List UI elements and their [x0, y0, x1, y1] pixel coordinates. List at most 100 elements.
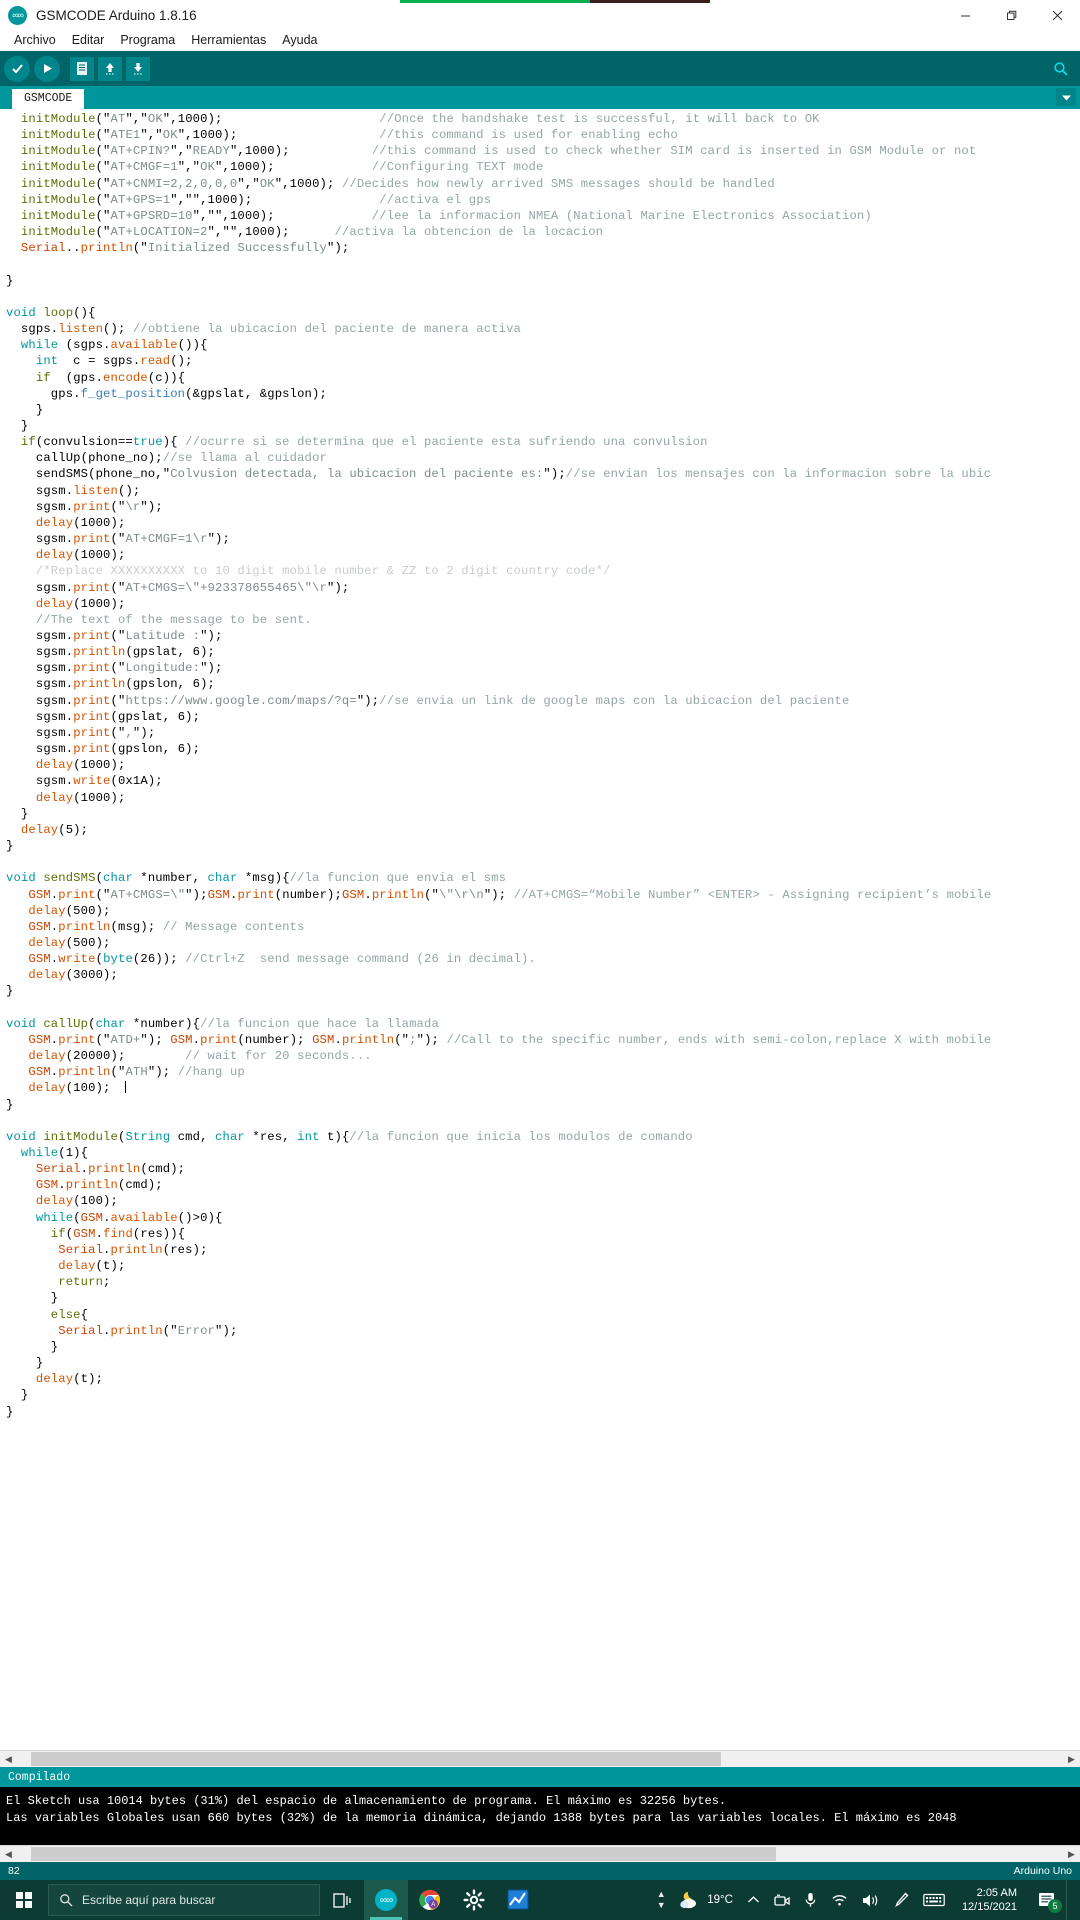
- show-desktop-button[interactable]: [1066, 1880, 1074, 1920]
- code-line[interactable]: delay(t);: [6, 1371, 1080, 1387]
- code-line[interactable]: sgps.listen(); //obtiene la ubicacion de…: [6, 321, 1080, 337]
- new-sketch-button[interactable]: [70, 56, 94, 81]
- code-line[interactable]: callUp(phone_no);//se llama al cuidador: [6, 450, 1080, 466]
- code-line[interactable]: delay(500);: [6, 903, 1080, 919]
- code-line[interactable]: [6, 256, 1080, 272]
- tab-menu-button[interactable]: [1056, 88, 1076, 106]
- console-horizontal-scrollbar[interactable]: ◀ ▶: [0, 1845, 1080, 1862]
- upload-button[interactable]: [34, 55, 60, 82]
- code-line[interactable]: initModule("AT+CNMI=2,2,0,0,0","OK",1000…: [6, 176, 1080, 192]
- console-scroll-thumb[interactable]: [31, 1847, 776, 1861]
- close-icon[interactable]: [1034, 0, 1080, 30]
- taskbar-app-arduino-ide[interactable]: ∞∞: [364, 1880, 408, 1920]
- tray-wifi-button[interactable]: [824, 1880, 855, 1920]
- code-line[interactable]: }: [6, 273, 1080, 289]
- code-line[interactable]: initModule("ATE1","OK",1000); //this com…: [6, 127, 1080, 143]
- serial-monitor-button[interactable]: [1050, 58, 1072, 80]
- notifications-button[interactable]: 5: [1027, 1880, 1066, 1920]
- taskbar-search-box[interactable]: Escribe aquí para buscar: [48, 1884, 320, 1916]
- taskbar-app-chrome[interactable]: A: [408, 1880, 452, 1920]
- code-line[interactable]: void callUp(char *number){//la funcion q…: [6, 1016, 1080, 1032]
- code-line[interactable]: sgsm.print("Longitude:");: [6, 660, 1080, 676]
- code-line[interactable]: [6, 1000, 1080, 1016]
- code-line[interactable]: }: [6, 806, 1080, 822]
- code-line[interactable]: void loop(){: [6, 305, 1080, 321]
- code-line[interactable]: while (sgps.available()){: [6, 337, 1080, 353]
- code-line[interactable]: Serial.println(res);: [6, 1242, 1080, 1258]
- tray-camera-button[interactable]: [767, 1880, 797, 1920]
- code-line[interactable]: int c = sgps.read();: [6, 353, 1080, 369]
- code-editor[interactable]: initModule("AT","OK",1000); //Once the h…: [0, 109, 1080, 1750]
- scroll-left-arrow-icon[interactable]: ◀: [0, 1751, 17, 1767]
- code-line[interactable]: sgsm.print("AT+CMGF=1\r");: [6, 531, 1080, 547]
- code-line[interactable]: sgsm.println(gpslon, 6);: [6, 676, 1080, 692]
- tray-volume-button[interactable]: [855, 1880, 887, 1920]
- start-button[interactable]: [0, 1880, 48, 1920]
- save-sketch-button[interactable]: [126, 56, 150, 81]
- code-line[interactable]: return;: [6, 1274, 1080, 1290]
- code-line[interactable]: delay(1000);: [6, 790, 1080, 806]
- code-line[interactable]: }: [6, 983, 1080, 999]
- code-line[interactable]: sgsm.print("https://www.google.com/maps/…: [6, 693, 1080, 709]
- code-line[interactable]: sgsm.write(0x1A);: [6, 773, 1080, 789]
- code-line[interactable]: sgsm.println(gpslat, 6);: [6, 644, 1080, 660]
- console-output[interactable]: El Sketch usa 10014 bytes (31%) del espa…: [0, 1787, 1080, 1845]
- code-line[interactable]: while(GSM.available()>0){: [6, 1210, 1080, 1226]
- code-line[interactable]: /*Replace XXXXXXXXXX to 10 digit mobile …: [6, 563, 1080, 579]
- code-line[interactable]: [6, 1113, 1080, 1129]
- taskbar-clock[interactable]: 2:05 AM 12/15/2021: [952, 1880, 1027, 1920]
- code-line[interactable]: sgsm.print(gpslon, 6);: [6, 741, 1080, 757]
- verify-button[interactable]: [4, 55, 30, 82]
- code-line[interactable]: initModule("AT","OK",1000); //Once the h…: [6, 111, 1080, 127]
- code-line[interactable]: [6, 1420, 1080, 1436]
- menu-item-herramientas[interactable]: Herramientas: [183, 30, 274, 50]
- code-line[interactable]: initModule("AT+GPSRD=10","",1000); //lee…: [6, 208, 1080, 224]
- menu-item-archivo[interactable]: Archivo: [6, 30, 64, 50]
- code-line[interactable]: Serial.println("Error");: [6, 1323, 1080, 1339]
- code-line[interactable]: if(convulsion==true){ //ocurre si se det…: [6, 434, 1080, 450]
- tab-gsmcode[interactable]: GSMCODE: [12, 89, 85, 109]
- code-line[interactable]: }: [6, 1404, 1080, 1420]
- code-line[interactable]: sgsm.listen();: [6, 483, 1080, 499]
- code-line[interactable]: delay(1000);: [6, 515, 1080, 531]
- tray-hidden-icons-button[interactable]: [740, 1880, 767, 1920]
- code-line[interactable]: Serial.println(cmd);: [6, 1161, 1080, 1177]
- code-line[interactable]: GSM.println("ATH"); //hang up: [6, 1064, 1080, 1080]
- menu-item-programa[interactable]: Programa: [112, 30, 183, 50]
- code-line[interactable]: delay(100);: [6, 1193, 1080, 1209]
- taskbar-app-photos[interactable]: [496, 1880, 540, 1920]
- code-line[interactable]: gps.f_get_position(&gpslat, &gpslon);: [6, 386, 1080, 402]
- code-line[interactable]: delay(20000); // wait for 20 seconds...: [6, 1048, 1080, 1064]
- minimize-icon[interactable]: [942, 0, 988, 30]
- editor-scroll-track[interactable]: [17, 1752, 1063, 1766]
- code-line[interactable]: }: [6, 1290, 1080, 1306]
- editor-scroll-thumb[interactable]: [31, 1752, 721, 1766]
- code-line[interactable]: initModule("AT+CMGF=1","OK",1000); //Con…: [6, 159, 1080, 175]
- code-line[interactable]: [6, 289, 1080, 305]
- tray-pen-button[interactable]: [887, 1880, 916, 1920]
- code-line[interactable]: }: [6, 838, 1080, 854]
- taskbar-app-settings[interactable]: [452, 1880, 496, 1920]
- code-line[interactable]: delay(500);: [6, 935, 1080, 951]
- code-line[interactable]: delay(1000);: [6, 547, 1080, 563]
- code-line[interactable]: if (gps.encode(c)){: [6, 370, 1080, 386]
- weather-widget[interactable]: 19°C: [671, 1880, 740, 1920]
- maximize-icon[interactable]: [988, 0, 1034, 30]
- code-line[interactable]: delay(1000);: [6, 596, 1080, 612]
- code-line[interactable]: GSM.println(cmd);: [6, 1177, 1080, 1193]
- code-line[interactable]: delay(1000);: [6, 757, 1080, 773]
- code-line[interactable]: sendSMS(phone_no,"Colvusion detectada, l…: [6, 466, 1080, 482]
- code-line[interactable]: delay(3000);: [6, 967, 1080, 983]
- code-line[interactable]: initModule("AT+CPIN?","READY",1000); //t…: [6, 143, 1080, 159]
- code-line[interactable]: //The text of the message to be sent.: [6, 612, 1080, 628]
- code-line[interactable]: }: [6, 402, 1080, 418]
- code-text[interactable]: initModule("AT","OK",1000); //Once the h…: [0, 109, 1080, 1436]
- code-line[interactable]: void sendSMS(char *number, char *msg){//…: [6, 870, 1080, 886]
- code-line[interactable]: }: [6, 1355, 1080, 1371]
- code-line[interactable]: initModule("AT+LOCATION=2","",1000); //a…: [6, 224, 1080, 240]
- code-line[interactable]: GSM.print("AT+CMGS=\"");GSM.print(number…: [6, 887, 1080, 903]
- open-sketch-button[interactable]: [98, 56, 122, 81]
- code-line[interactable]: while(1){: [6, 1145, 1080, 1161]
- code-line[interactable]: sgsm.print(gpslat, 6);: [6, 709, 1080, 725]
- code-line[interactable]: }: [6, 418, 1080, 434]
